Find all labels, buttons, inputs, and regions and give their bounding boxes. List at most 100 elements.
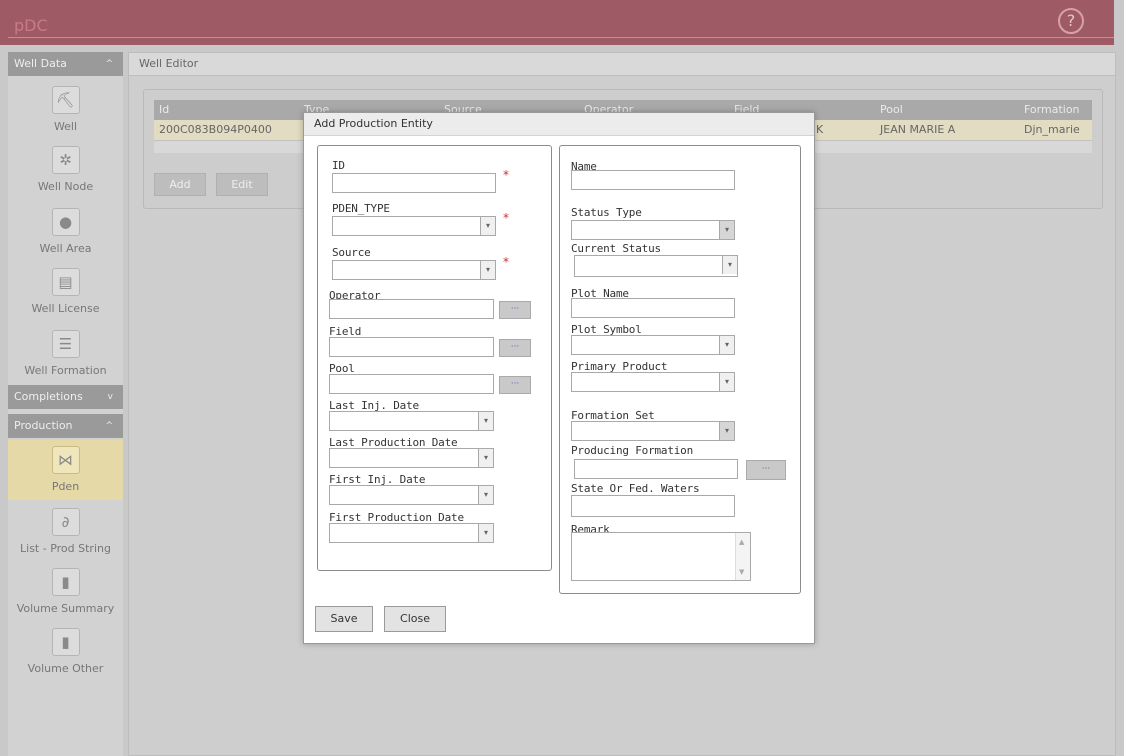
bar-chart-icon: ▮ (51, 568, 80, 596)
right-form-panel: Name Status Type ▾ Current Status ▾ Plot… (559, 145, 801, 594)
plot-symbol-select[interactable]: ▾ (571, 335, 735, 355)
chevron-down-icon: ▾ (478, 486, 493, 504)
chevron-down-icon: ▾ (478, 524, 493, 542)
globe-icon: ● (51, 208, 80, 236)
operator-lookup-button[interactable]: ··· (499, 301, 531, 319)
pden-icon: ⋈ (51, 446, 80, 474)
chevron-down-icon: ▾ (722, 256, 737, 274)
pden-type-label: PDEN_TYPE (332, 202, 390, 215)
required-marker: * (503, 168, 509, 182)
save-button[interactable]: Save (315, 606, 373, 632)
sidebar-item-well-license[interactable]: ▤ Well License (8, 262, 123, 322)
add-button[interactable]: Add (154, 173, 206, 196)
sidebar-item-well-area[interactable]: ● Well Area (8, 202, 123, 262)
sidebar-item-well-node[interactable]: ✲ Well Node (8, 140, 123, 200)
current-status-select[interactable]: ▾ (574, 255, 738, 277)
chevron-up-icon: ^ (105, 421, 113, 431)
section-label: Well Data (14, 57, 67, 70)
bar-chart-icon: ▮ (51, 628, 80, 656)
sidebar-item-prod-string[interactable]: ∂ List - Prod String (8, 502, 123, 562)
state-or-fed-waters-label: State Or Fed. Waters (571, 482, 700, 495)
sidebar-item-label: List - Prod String (20, 542, 111, 555)
chevron-down-icon: ▾ (478, 412, 493, 430)
current-status-label: Current Status (571, 242, 661, 255)
plot-name-field[interactable] (571, 298, 735, 318)
field-lookup-button[interactable]: ··· (499, 339, 531, 357)
formation-icon: ☰ (51, 330, 80, 358)
sidebar-section-production[interactable]: Production ^ (8, 414, 123, 438)
header-divider (8, 37, 1114, 38)
column-header-formation[interactable]: Formation (1024, 103, 1080, 116)
pump-jack-icon: ⛏ (51, 86, 80, 114)
operator-field[interactable] (329, 299, 494, 319)
close-button[interactable]: Close (384, 606, 446, 632)
last-inj-date-picker[interactable]: ▾ (329, 411, 494, 431)
formation-set-select[interactable]: ▾ (571, 421, 735, 441)
required-marker: * (503, 255, 509, 269)
chevron-down-icon: v (107, 392, 113, 402)
source-select[interactable]: ▾ (332, 260, 496, 280)
chevron-down-icon: ▾ (480, 217, 495, 235)
chevron-down-icon: ▾ (719, 422, 734, 440)
sidebar-item-label: Well Formation (24, 364, 107, 377)
sidebar-item-label: Well (53, 120, 78, 133)
section-label: Production (14, 419, 73, 432)
cell-formation: Djn_marie (1024, 123, 1080, 136)
sidebar-item-well-formation[interactable]: ☰ Well Formation (8, 324, 123, 384)
scroll-down-icon[interactable]: ▼ (739, 568, 744, 576)
sidebar-item-label: Pden (51, 480, 80, 493)
chevron-down-icon: ▾ (719, 221, 734, 239)
source-label: Source (332, 246, 371, 259)
pool-field[interactable] (329, 374, 494, 394)
pden-type-select[interactable]: ▾ (332, 216, 496, 236)
name-field[interactable] (571, 170, 735, 190)
field-field[interactable] (329, 337, 494, 357)
column-header-pool[interactable]: Pool (880, 103, 903, 116)
column-header-id[interactable]: Id (159, 103, 169, 116)
chevron-down-icon: ▾ (719, 373, 734, 391)
cell-id: 200C083B094P0400 (159, 123, 272, 136)
prod-string-icon: ∂ (51, 508, 80, 536)
sidebar-item-label: Well Area (39, 242, 92, 255)
sidebar-item-label: Well Node (37, 180, 94, 193)
scroll-up-icon[interactable]: ▲ (739, 538, 744, 546)
remark-textarea[interactable]: ▲ ▼ (571, 532, 751, 581)
state-or-fed-waters-field[interactable] (571, 495, 735, 517)
first-inj-date-picker[interactable]: ▾ (329, 485, 494, 505)
pool-lookup-button[interactable]: ··· (499, 376, 531, 394)
primary-product-select[interactable]: ▾ (571, 372, 735, 392)
sidebar-item-pden[interactable]: ⋈ Pden (8, 440, 123, 500)
id-field[interactable] (332, 173, 496, 193)
sidebar-section-well-data[interactable]: Well Data ^ (8, 52, 123, 76)
chevron-down-icon: ▾ (719, 336, 734, 354)
sidebar-item-volume-other[interactable]: ▮ Volume Other (8, 622, 123, 682)
sidebar-item-label: Well License (31, 302, 100, 315)
chevron-up-icon: ^ (105, 59, 113, 69)
producing-formation-label: Producing Formation (571, 444, 694, 457)
page-title: Well Editor (129, 53, 1115, 76)
help-circle-icon[interactable]: ? (1058, 8, 1084, 34)
dialog-title: Add Production Entity (304, 113, 814, 136)
status-type-label: Status Type (571, 206, 642, 219)
add-production-entity-dialog: Add Production Entity ID * PDEN_TYPE ▾ *… (303, 112, 815, 644)
first-production-date-picker[interactable]: ▾ (329, 523, 494, 543)
sidebar: Well Data ^ ⛏ Well ✲ Well Node ● Well Ar… (8, 52, 123, 756)
document-icon: ▤ (51, 268, 80, 296)
sidebar-item-label: Volume Other (27, 662, 104, 675)
chevron-down-icon: ▾ (478, 449, 493, 467)
cell-pool: JEAN MARIE A (880, 123, 956, 136)
producing-formation-field[interactable] (574, 459, 738, 479)
section-label: Completions (14, 390, 83, 403)
textarea-scrollbar[interactable]: ▲ ▼ (735, 533, 750, 580)
status-type-select[interactable]: ▾ (571, 220, 735, 240)
chevron-down-icon: ▾ (480, 261, 495, 279)
sidebar-item-well[interactable]: ⛏ Well (8, 80, 123, 140)
left-form-panel: ID * PDEN_TYPE ▾ * Source ▾ * Operator ·… (317, 145, 552, 571)
node-icon: ✲ (51, 146, 80, 174)
last-production-date-picker[interactable]: ▾ (329, 448, 494, 468)
required-marker: * (503, 211, 509, 225)
edit-button[interactable]: Edit (216, 173, 268, 196)
sidebar-item-volume-summary[interactable]: ▮ Volume Summary (8, 562, 123, 622)
producing-formation-lookup-button[interactable]: ··· (746, 460, 786, 480)
sidebar-section-completions[interactable]: Completions v (8, 385, 123, 409)
